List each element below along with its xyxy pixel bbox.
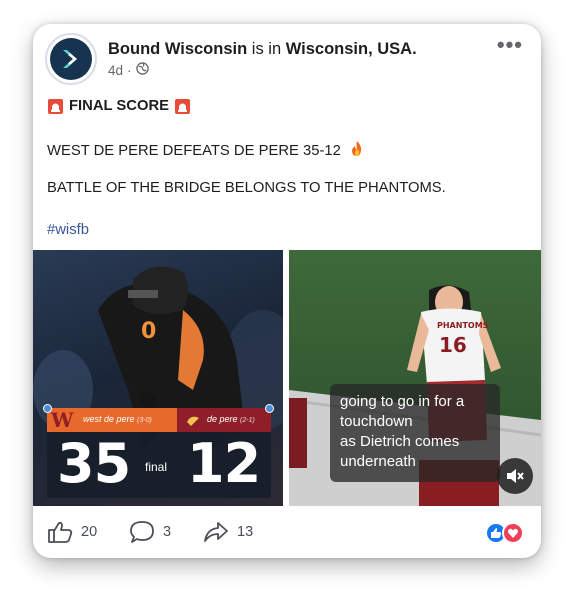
caption-line-3: as Dietrich comes bbox=[340, 433, 460, 450]
scoreboard-teams: W west de pere (3-0) de pere (2-1) bbox=[43, 404, 274, 432]
hashtag-link[interactable]: #wisfb bbox=[47, 220, 89, 240]
comment-count: 3 bbox=[163, 524, 172, 540]
love-reaction-icon bbox=[502, 522, 524, 544]
video-player[interactable]: PHANTOMS 16 going to go in for a touchdo… bbox=[289, 250, 541, 506]
scoreboard-scores: 35 final 12 bbox=[47, 432, 271, 498]
home-team-bar: W west de pere (3-0) bbox=[47, 408, 177, 432]
final-score-label: FINAL SCORE bbox=[69, 98, 170, 114]
caption-line-4: underneath bbox=[340, 453, 416, 470]
post-meta: 4d · bbox=[108, 62, 149, 78]
reactions-summary[interactable] bbox=[485, 522, 527, 544]
home-team-logo: W bbox=[51, 408, 74, 432]
video-caption: going to go in for a touchdown as Dietri… bbox=[330, 384, 500, 482]
share-button[interactable]: 13 bbox=[203, 520, 253, 544]
away-score: 12 bbox=[187, 432, 261, 495]
more-icon[interactable]: ••• bbox=[497, 34, 523, 56]
home-team-record: (3-0) bbox=[137, 417, 152, 424]
avatar[interactable] bbox=[45, 33, 97, 85]
comment-icon bbox=[130, 521, 154, 543]
scoreboard-dot-right bbox=[265, 404, 274, 413]
is-in-text: is in bbox=[251, 40, 282, 58]
mute-icon bbox=[507, 469, 524, 483]
photo-scoreboard[interactable]: 0 W west de pere (3-0) de pere (2-1) 35 … bbox=[33, 250, 283, 506]
post-line-1: WEST DE PERE DEFEATS DE PERE 35-12 bbox=[47, 140, 365, 161]
home-score: 35 bbox=[57, 432, 131, 495]
timestamp[interactable]: 4d bbox=[108, 63, 123, 78]
fire-icon bbox=[345, 141, 365, 159]
caption-line-1: going to go in for a bbox=[340, 393, 465, 410]
away-team-record: (2-1) bbox=[240, 417, 255, 424]
like-count: 20 bbox=[81, 524, 98, 540]
jersey-number: 16 bbox=[439, 333, 467, 357]
post-header: Bound Wisconsin is in Wisconsin, USA. 4d… bbox=[33, 24, 541, 90]
away-team: de pere (2-1) bbox=[207, 414, 255, 424]
post-line-2: BATTLE OF THE BRIDGE BELONGS TO THE PHAN… bbox=[47, 180, 446, 196]
author-name[interactable]: Bound Wisconsin bbox=[108, 40, 247, 58]
share-icon bbox=[204, 522, 228, 542]
game-status: final bbox=[145, 460, 168, 474]
author-line: Bound Wisconsin is in Wisconsin, USA. bbox=[108, 40, 417, 59]
siren-icon bbox=[174, 98, 191, 115]
brand-logo bbox=[50, 38, 92, 80]
final-score-heading: FINAL SCORE bbox=[47, 96, 527, 116]
jersey-number-left: 0 bbox=[141, 319, 156, 344]
away-team-name: de pere bbox=[207, 414, 238, 424]
siren-icon bbox=[47, 98, 64, 115]
scoreboard: W west de pere (3-0) de pere (2-1) 35 fi… bbox=[43, 404, 274, 498]
globe-icon bbox=[135, 62, 149, 78]
like-icon bbox=[48, 521, 73, 543]
home-team: west de pere (3-0) bbox=[83, 414, 152, 424]
post-text: FINAL SCORE WEST DE PERE DEFEATS DE PERE… bbox=[47, 96, 527, 238]
meta-separator: · bbox=[127, 62, 132, 78]
share-count: 13 bbox=[237, 524, 254, 540]
location-link[interactable]: Wisconsin, USA. bbox=[286, 40, 417, 58]
jersey-text: PHANTOMS bbox=[437, 321, 489, 330]
scoreboard-dot-left bbox=[43, 404, 52, 413]
mute-button[interactable] bbox=[497, 458, 533, 494]
away-team-logo bbox=[187, 416, 199, 426]
result-text: WEST DE PERE DEFEATS DE PERE 35-12 bbox=[47, 143, 341, 159]
like-button[interactable]: 20 bbox=[47, 520, 97, 544]
post-actions: 20 3 13 bbox=[33, 506, 541, 558]
away-team-bar: de pere (2-1) bbox=[177, 408, 271, 432]
home-team-name: west de pere bbox=[83, 414, 135, 424]
comment-button[interactable]: 3 bbox=[129, 520, 171, 544]
post-card: Bound Wisconsin is in Wisconsin, USA. 4d… bbox=[33, 24, 541, 558]
caption-line-2: touchdown bbox=[340, 413, 413, 430]
